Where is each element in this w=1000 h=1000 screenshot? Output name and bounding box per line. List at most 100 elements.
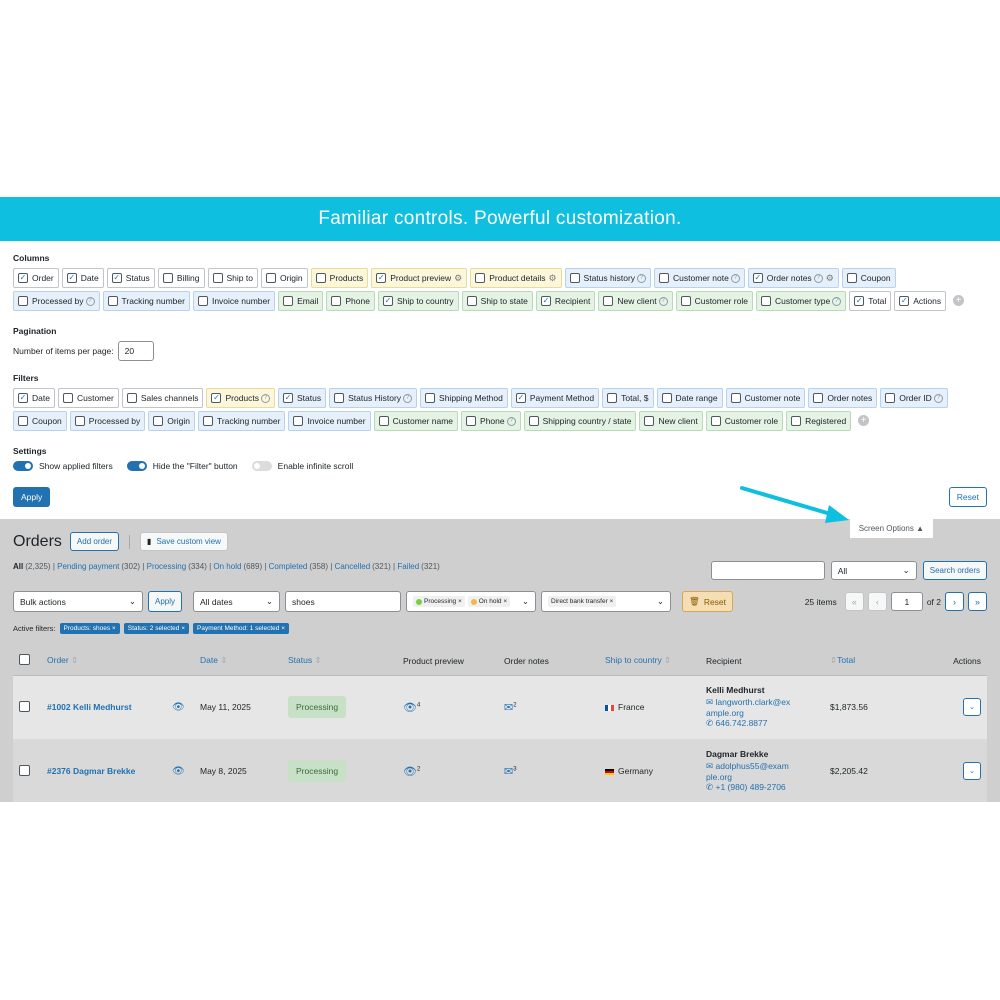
checkbox[interactable] [18,296,28,306]
search-input[interactable] [710,561,825,580]
product-preview-icon[interactable]: 👁2 [403,766,420,778]
filter-option-chip[interactable]: New client [639,411,703,431]
search-orders-button[interactable]: Search orders [922,561,987,580]
checkbox[interactable] [126,393,137,403]
product-preview-icon[interactable]: 👁4 [403,702,420,714]
checkbox-checked[interactable]: ✓ [540,296,551,306]
column-option-chip[interactable]: ✓ Order notes? ⚙ [747,268,839,288]
checkbox-checked[interactable]: ✓ [283,393,294,403]
column-option-chip[interactable]: ✓ Recipient [535,291,596,311]
checkbox[interactable] [197,296,208,306]
checkbox-checked[interactable]: ✓ [854,296,865,306]
checkbox-checked[interactable]: ✓ [382,296,393,306]
active-filter-chip[interactable]: Payment Method: 1 selected × [193,623,289,634]
column-option-chip[interactable]: Customer note? [654,268,745,288]
filter-option-chip[interactable]: Processed by [69,411,146,431]
recipient-phone[interactable]: ✆ 646.742.8877 [706,718,818,729]
checkbox[interactable] [644,416,655,426]
order-notes-icon[interactable]: ✉2 [504,702,517,714]
checkbox[interactable] [680,296,691,306]
status-column-header[interactable]: Status ⇕ [282,647,397,676]
help-icon[interactable]: ? [637,273,647,283]
filter-option-chip[interactable]: Phone? [461,411,521,431]
recipient-phone[interactable]: ✆ +1 (980) 489-2706 [706,782,818,793]
total-column-header[interactable]: ⇕Total [824,647,904,676]
filter-option-chip[interactable]: ✓ Status [278,388,327,408]
filter-option-chip[interactable]: ✓ Date [13,388,55,408]
filter-option-chip[interactable]: Origin [148,411,195,431]
checkbox[interactable] [62,393,73,403]
column-option-chip[interactable]: Products [310,268,369,288]
checkbox[interactable] [331,296,342,306]
bulk-apply-button[interactable]: Apply [148,591,183,612]
country-column-header[interactable]: Ship to country ⇕ [599,647,700,676]
help-icon[interactable]: ? [832,296,842,306]
filter-option-chip[interactable]: Order notes [808,388,878,408]
checkbox[interactable] [607,393,618,403]
checkbox[interactable] [569,273,580,283]
order-column-header[interactable]: Order ⇕ [41,647,166,676]
row-checkbox[interactable] [19,764,30,776]
checkbox[interactable] [107,296,118,306]
column-option-chip[interactable]: Customer type? [755,291,847,311]
status-filter-tag[interactable]: Processing × [413,596,465,607]
column-option-chip[interactable]: Status history? [564,268,652,288]
checkbox[interactable] [74,416,85,426]
status-link[interactable]: Cancelled [335,562,371,571]
filter-option-chip[interactable]: ✓ Payment Method [510,388,600,408]
filter-option-chip[interactable]: ✓ Products? [206,388,276,408]
column-option-chip[interactable]: Email [278,291,324,311]
table-row[interactable]: #2376 Dagmar Brekke 👁 May 8, 2025 Processin… [13,739,987,802]
chevron-down-icon[interactable]: ⌄ [963,762,981,780]
next-page-button[interactable]: › [945,592,964,611]
items-per-page-input[interactable]: 20 [117,341,154,361]
order-link[interactable]: #1002 Kelli Medhurst [47,702,132,712]
eye-icon[interactable]: 👁 [172,702,185,713]
help-icon[interactable]: ? [85,296,95,306]
active-filter-chip[interactable]: Status: 2 selected × [123,623,190,634]
column-option-chip[interactable]: Billing [157,268,205,288]
checkbox[interactable] [162,273,173,283]
checkbox[interactable] [730,393,741,403]
checkbox-checked[interactable]: ✓ [752,273,763,283]
checkbox[interactable] [425,393,436,403]
column-option-chip[interactable]: ✓ Actions [894,291,947,311]
bulk-actions-select[interactable]: Bulk actions ⌄ [13,591,143,612]
checkbox[interactable] [265,273,276,283]
checkbox[interactable] [659,273,670,283]
status-link[interactable]: On hold [213,562,241,571]
help-icon[interactable]: ? [403,393,413,403]
help-icon[interactable]: ? [933,393,943,403]
date-filter-select[interactable]: All dates ⌄ [193,591,281,612]
checkbox[interactable] [293,416,304,426]
status-link[interactable]: All [13,562,23,571]
filter-option-chip[interactable]: Coupon [13,411,67,431]
status-link[interactable]: Pending payment [57,562,119,571]
checkbox[interactable] [466,296,477,306]
column-option-chip[interactable]: Origin [260,268,308,288]
filter-option-chip[interactable]: Status History? [329,388,418,408]
recipient-email[interactable]: ✉ adolphus55@exam [706,761,818,772]
filter-option-chip[interactable]: Order ID? [880,388,948,408]
column-option-chip[interactable]: New client? [598,291,673,311]
checkbox[interactable] [760,296,771,306]
current-page-input[interactable]: 1 [890,592,923,611]
column-option-chip[interactable]: ✓ Product preview ⚙ [371,268,468,288]
active-filter-chip[interactable]: Products: shoes × [59,623,120,634]
add-icon[interactable]: + [858,415,870,426]
checkbox[interactable] [334,393,345,403]
filter-option-chip[interactable]: Shipping Method [420,388,508,408]
status-filter-tag[interactable]: On hold × [467,596,511,607]
checkbox[interactable] [378,416,389,426]
select-all-checkbox[interactable] [19,654,30,666]
column-option-chip[interactable]: Product details ⚙ [470,268,562,288]
chevron-down-icon[interactable]: ⌄ [963,698,981,717]
checkbox-checked[interactable]: ✓ [376,273,387,283]
apply-button[interactable]: Apply [13,487,51,507]
payment-filter-tag[interactable]: Direct bank transfer × [548,596,617,607]
eye-icon[interactable]: 👁 [172,766,185,777]
checkbox[interactable] [885,393,896,403]
product-filter-input[interactable]: shoes [285,591,402,612]
checkbox[interactable] [661,393,672,403]
filter-option-chip[interactable]: Customer note [725,388,806,408]
